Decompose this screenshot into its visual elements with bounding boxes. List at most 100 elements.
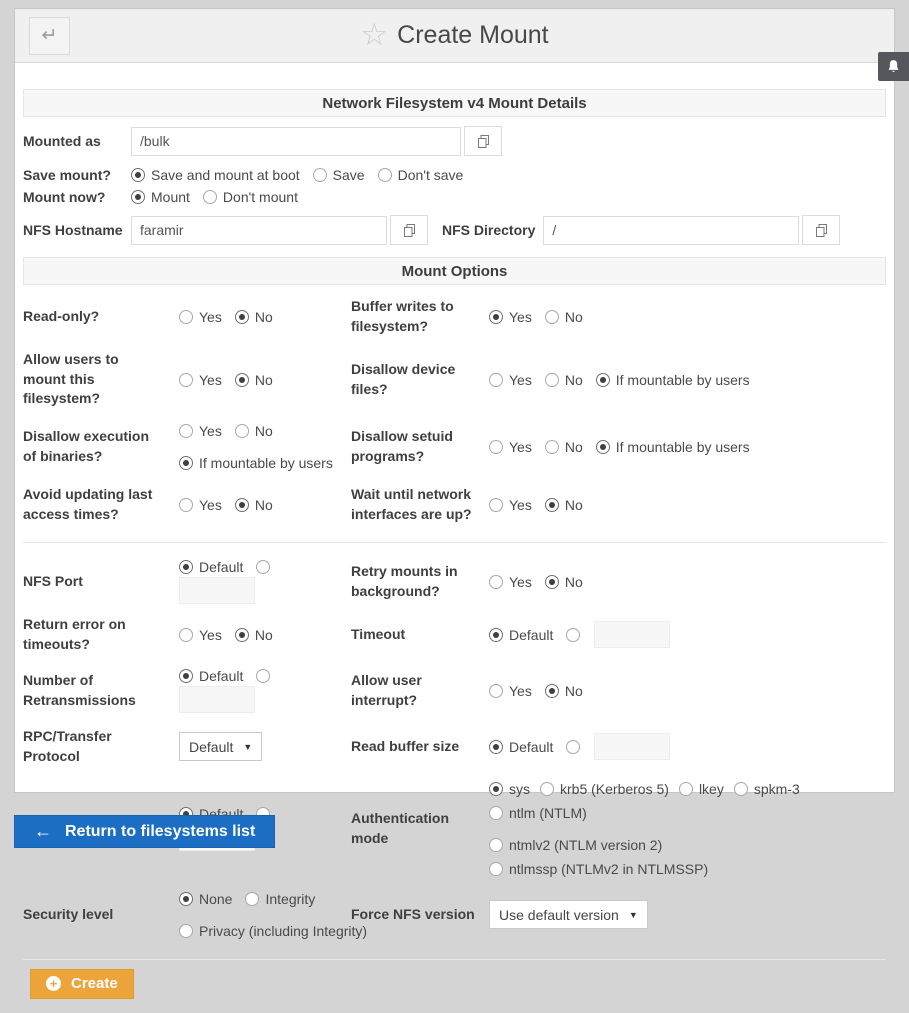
- create-button[interactable]: + Create: [30, 969, 134, 999]
- radio-button[interactable]: [179, 628, 193, 642]
- radio-button[interactable]: [540, 782, 554, 796]
- mounted-as-input[interactable]: [131, 127, 461, 156]
- radio-button[interactable]: [179, 373, 193, 387]
- radio-button[interactable]: [235, 628, 249, 642]
- radio-button[interactable]: [489, 838, 503, 852]
- radio-option[interactable]: No: [235, 627, 273, 643]
- radio-button[interactable]: [489, 806, 503, 820]
- radio-option[interactable]: Save: [313, 167, 365, 183]
- radio-button[interactable]: [489, 740, 503, 754]
- radio-option[interactable]: Default: [179, 559, 243, 575]
- radio-option[interactable]: No: [545, 497, 583, 513]
- radio-option[interactable]: Default: [179, 668, 243, 684]
- radio-button[interactable]: [179, 892, 193, 906]
- radio-button[interactable]: [235, 373, 249, 387]
- radio-option[interactable]: No: [235, 423, 273, 439]
- radio-option[interactable]: Yes: [489, 439, 532, 455]
- radio-option[interactable]: Mount: [131, 189, 190, 205]
- radio-option[interactable]: Yes: [489, 683, 532, 699]
- radio-button[interactable]: [245, 892, 259, 906]
- radio-button[interactable]: [378, 168, 392, 182]
- radio-button[interactable]: [545, 373, 559, 387]
- radio-option[interactable]: Yes: [179, 372, 222, 388]
- radio-button[interactable]: [179, 310, 193, 324]
- radio-button[interactable]: [489, 862, 503, 876]
- radio-button[interactable]: [679, 782, 693, 796]
- radio-button[interactable]: [734, 782, 748, 796]
- radio-button[interactable]: [256, 560, 270, 574]
- radio-option[interactable]: Yes: [489, 574, 532, 590]
- radio-option[interactable]: ntmlv2 (NTLM version 2): [489, 837, 662, 853]
- radio-option[interactable]: lkey: [679, 781, 724, 797]
- file-chooser-button[interactable]: [464, 126, 502, 156]
- radio-option[interactable]: No: [235, 372, 273, 388]
- radio-button[interactable]: [179, 424, 193, 438]
- radio-button[interactable]: [235, 498, 249, 512]
- radio-button[interactable]: [179, 669, 193, 683]
- radio-option[interactable]: No: [545, 574, 583, 590]
- radio-button[interactable]: [179, 560, 193, 574]
- radio-option[interactable]: If mountable by users: [596, 372, 750, 388]
- radio-button[interactable]: [203, 190, 217, 204]
- radio-button[interactable]: [179, 498, 193, 512]
- radio-option[interactable]: [256, 560, 270, 574]
- radio-option[interactable]: No: [545, 683, 583, 699]
- radio-button[interactable]: [235, 424, 249, 438]
- radio-option[interactable]: Save and mount at boot: [131, 167, 300, 183]
- radio-option[interactable]: [566, 740, 580, 754]
- radio-button[interactable]: [179, 456, 193, 470]
- radio-option[interactable]: Yes: [179, 309, 222, 325]
- radio-option[interactable]: ntlm (NTLM): [489, 805, 587, 821]
- radio-button[interactable]: [489, 440, 503, 454]
- radio-option[interactable]: Don't save: [378, 167, 464, 183]
- radio-option[interactable]: No: [235, 497, 273, 513]
- radio-button[interactable]: [545, 684, 559, 698]
- radio-button[interactable]: [131, 190, 145, 204]
- radio-button[interactable]: [545, 498, 559, 512]
- directory-chooser-button[interactable]: [802, 215, 840, 245]
- radio-button[interactable]: [596, 440, 610, 454]
- radio-button[interactable]: [545, 575, 559, 589]
- radio-button[interactable]: [596, 373, 610, 387]
- radio-option[interactable]: No: [545, 309, 583, 325]
- radio-button[interactable]: [489, 575, 503, 589]
- radio-option[interactable]: If mountable by users: [596, 439, 750, 455]
- radio-button[interactable]: [489, 310, 503, 324]
- radio-option[interactable]: [566, 628, 580, 642]
- radio-option[interactable]: Integrity: [245, 891, 315, 907]
- radio-option[interactable]: No: [235, 309, 273, 325]
- radio-button[interactable]: [256, 669, 270, 683]
- radio-button[interactable]: [313, 168, 327, 182]
- radio-option[interactable]: Yes: [179, 497, 222, 513]
- radio-option[interactable]: Default: [489, 627, 553, 643]
- radio-button[interactable]: [489, 782, 503, 796]
- radio-option[interactable]: None: [179, 891, 232, 907]
- radio-option[interactable]: spkm-3: [734, 781, 800, 797]
- radio-button[interactable]: [489, 684, 503, 698]
- radio-option[interactable]: Yes: [489, 497, 532, 513]
- radio-option[interactable]: Yes: [179, 627, 222, 643]
- radio-option[interactable]: Default: [489, 739, 553, 755]
- radio-option[interactable]: Don't mount: [203, 189, 298, 205]
- radio-button[interactable]: [545, 440, 559, 454]
- radio-option[interactable]: Yes: [489, 309, 532, 325]
- host-chooser-button[interactable]: [390, 215, 428, 245]
- radio-option[interactable]: krb5 (Kerberos 5): [540, 781, 669, 797]
- force-nfs-version-select[interactable]: Use default version ▼: [489, 900, 648, 929]
- radio-option[interactable]: Privacy (including Integrity): [179, 923, 367, 939]
- radio-button[interactable]: [566, 740, 580, 754]
- radio-option[interactable]: sys: [489, 781, 530, 797]
- radio-button[interactable]: [179, 924, 193, 938]
- radio-button[interactable]: [489, 628, 503, 642]
- radio-option[interactable]: No: [545, 439, 583, 455]
- radio-button[interactable]: [235, 310, 249, 324]
- radio-button[interactable]: [131, 168, 145, 182]
- radio-option[interactable]: Yes: [179, 423, 222, 439]
- nfs-hostname-input[interactable]: [131, 216, 387, 245]
- rpc-protocol-select[interactable]: Default ▼: [179, 732, 262, 761]
- radio-option[interactable]: No: [545, 372, 583, 388]
- back-button[interactable]: ↵: [29, 17, 70, 55]
- radio-option[interactable]: ntlmssp (NTLMv2 in NTLMSSP): [489, 861, 708, 877]
- radio-button[interactable]: [489, 373, 503, 387]
- radio-option[interactable]: If mountable by users: [179, 455, 333, 471]
